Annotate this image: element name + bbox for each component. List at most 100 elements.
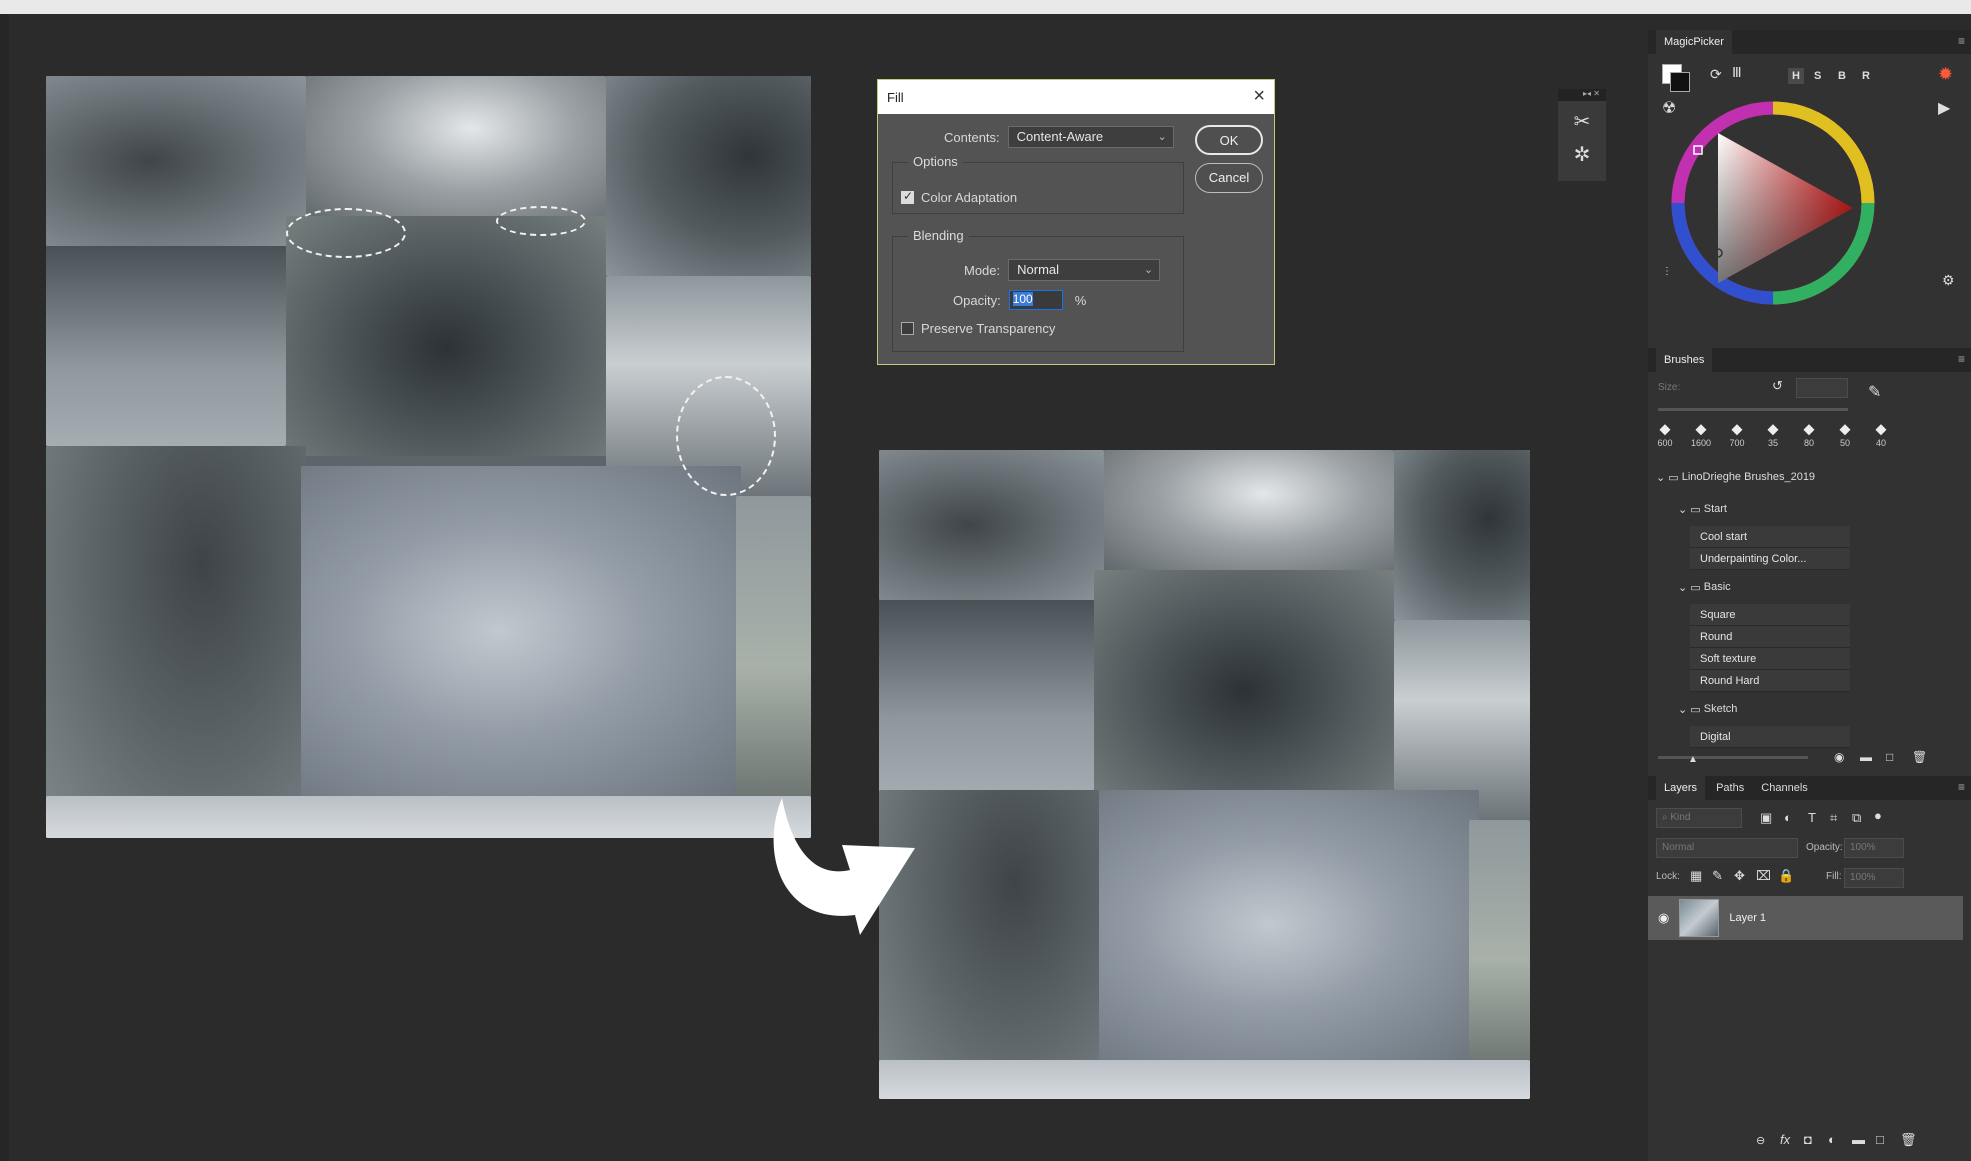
settings-icon[interactable]: ✲	[1558, 142, 1606, 167]
fx-icon[interactable]: fx	[1780, 1132, 1790, 1147]
panel-menu-icon[interactable]: ≡	[1958, 780, 1965, 794]
brush-tip-icon: ⬥	[1875, 421, 1887, 438]
brush-tip[interactable]: ⬥ 50	[1832, 422, 1858, 449]
ok-button[interactable]: OK	[1195, 125, 1263, 155]
new-icon[interactable]: □	[1886, 750, 1893, 764]
reset-icon[interactable]: ↺	[1772, 378, 1783, 394]
cancel-button[interactable]: Cancel	[1195, 163, 1263, 193]
new-brush-icon[interactable]: ✎	[1868, 382, 1881, 402]
contents-select[interactable]: Content-Aware ⌄	[1007, 126, 1174, 148]
tools-icon[interactable]: ✂	[1558, 109, 1606, 134]
blend-mode-select[interactable]: Normal	[1656, 838, 1798, 858]
curved-arrow-icon	[773, 798, 915, 935]
chevron-down-icon: ⌄	[1678, 703, 1691, 716]
brush-group-row[interactable]: ⌄ ▭ Sketch	[1678, 698, 1737, 720]
eye-icon[interactable]: ◉	[1658, 910, 1669, 926]
opacity-unit: %	[1074, 292, 1087, 308]
mode-s-button[interactable]: S	[1814, 70, 1821, 82]
preserve-transparency-checkbox[interactable]	[901, 322, 914, 335]
brush-lock-icon[interactable]: ✎	[1712, 868, 1723, 884]
image-filter-icon[interactable]: ▣	[1760, 810, 1772, 826]
mode-h-button[interactable]: H	[1788, 68, 1804, 84]
kind-filter-value: Kind	[1670, 812, 1691, 823]
panel-menu-icon[interactable]: ≡	[1958, 34, 1965, 48]
filter-toggle-icon[interactable]: ●	[1874, 808, 1882, 823]
brush-group-row[interactable]: ⌄ ▭ Start	[1678, 498, 1727, 520]
brush-tip[interactable]: ⬥ 600	[1652, 422, 1678, 449]
visibility-toggle-icon[interactable]: ◉	[1834, 750, 1844, 764]
move-lock-icon[interactable]: ✥	[1734, 868, 1745, 884]
canvas-before[interactable]	[46, 76, 811, 838]
brush-tip[interactable]: ⬥ 40	[1868, 421, 1894, 449]
shape-filter-icon[interactable]: ⌗	[1830, 810, 1837, 826]
kind-filter-select[interactable]: ⌕ Kind	[1656, 808, 1742, 828]
fill-input[interactable]: 100%	[1844, 868, 1904, 888]
brush-tip[interactable]: ⬥ 35	[1760, 421, 1786, 449]
brush-item[interactable]: Round	[1690, 626, 1850, 648]
slider-thumb-icon[interactable]: ▲	[1688, 754, 1698, 765]
fill-dialog[interactable]: Fill × Contents: Content-Aware ⌄ OK Canc…	[877, 79, 1275, 365]
adjustment-filter-icon[interactable]: ◐	[1784, 810, 1792, 825]
layer-opacity-label: Opacity:	[1806, 842, 1843, 853]
brush-tip[interactable]: ⬥ 1600	[1688, 422, 1714, 449]
size-input[interactable]	[1796, 378, 1848, 398]
tab-magicpicker[interactable]: MagicPicker	[1656, 30, 1732, 54]
brush-item[interactable]: Square	[1690, 604, 1850, 626]
selection-outline	[496, 206, 586, 236]
layer-name: Layer 1	[1729, 912, 1767, 924]
brush-tip[interactable]: ⬥ 700	[1724, 422, 1750, 449]
brush-item[interactable]: Round Hard	[1690, 670, 1850, 692]
trash-icon[interactable]: 🗑	[1912, 750, 1927, 764]
layer-row[interactable]: ◉ Layer 1	[1648, 896, 1963, 940]
brush-item[interactable]: Underpainting Color...	[1690, 548, 1850, 570]
right-panel: MagicPicker ≡ ⟳ Ⅲ H S B R ✹ ☢ ▶ ⚙ ⋮ Brus…	[1648, 30, 1971, 1161]
bars-icon[interactable]: Ⅲ	[1732, 64, 1742, 81]
trash-icon[interactable]: 🗑	[1900, 1132, 1917, 1148]
layers-footer: ⊖ fx ◘ ◐ ▬ □ 🗑	[1648, 1128, 1971, 1158]
size-slider[interactable]	[1658, 408, 1848, 411]
cloud-patch	[46, 796, 811, 838]
folder-icon[interactable]: ▬	[1860, 750, 1872, 764]
fill-label: Fill:	[1826, 871, 1842, 882]
mode-r-button[interactable]: R	[1862, 70, 1870, 82]
artboard-lock-icon[interactable]: ⌧	[1756, 868, 1771, 884]
preserve-transparency-label: Preserve Transparency	[921, 321, 1056, 336]
play-icon[interactable]: ▶	[1938, 98, 1950, 118]
refresh-icon[interactable]: ⟳	[1710, 66, 1722, 83]
opacity-input[interactable]: 100	[1008, 290, 1063, 310]
brush-tip[interactable]: ⬥ 80	[1796, 422, 1822, 449]
canvas-after[interactable]	[879, 450, 1530, 1099]
adjustment-icon[interactable]: ◐	[1828, 1132, 1836, 1147]
cloud-patch	[301, 466, 741, 796]
color-wheel[interactable]	[1658, 88, 1888, 318]
lock-pixels-icon[interactable]: ▦	[1690, 868, 1702, 884]
color-adaptation-checkbox[interactable]	[901, 189, 914, 204]
tab-brushes[interactable]: Brushes	[1656, 348, 1713, 372]
brush-group-row[interactable]: ⌄ ▭ Basic	[1678, 576, 1731, 598]
sun-icon[interactable]: ✹	[1938, 64, 1953, 85]
group-folder-icon[interactable]: ▬	[1852, 1132, 1865, 1147]
layer-opacity-input[interactable]: 100%	[1844, 838, 1904, 858]
brush-item[interactable]: Digital	[1690, 726, 1850, 748]
brush-item[interactable]: Cool start	[1690, 526, 1850, 548]
new-layer-icon[interactable]: □	[1876, 1132, 1884, 1147]
cloud-patch	[879, 1060, 1530, 1099]
smart-object-filter-icon[interactable]: ⧉	[1852, 810, 1861, 826]
brush-library-row[interactable]: ⌄ ▭ LinoDrieghe Brushes_2019	[1656, 466, 1815, 488]
tab-layers[interactable]: Layers	[1656, 776, 1706, 800]
mode-b-button[interactable]: B	[1838, 70, 1846, 82]
mask-icon[interactable]: ◘	[1804, 1132, 1812, 1147]
type-filter-icon[interactable]: T	[1808, 810, 1816, 825]
brush-item[interactable]: Soft texture	[1690, 648, 1850, 670]
close-icon[interactable]: ×	[1253, 86, 1265, 106]
more-icon[interactable]: ⋮	[1662, 266, 1672, 277]
brush-preview-slider[interactable]	[1658, 756, 1808, 759]
lock-icon[interactable]: 🔒	[1778, 868, 1794, 884]
tab-paths[interactable]: Paths	[1716, 782, 1744, 794]
panel-menu-icon[interactable]: ≡	[1958, 352, 1965, 366]
gear-icon[interactable]: ⚙	[1942, 272, 1955, 289]
link-icon[interactable]: ⊖	[1756, 1134, 1765, 1147]
tab-channels[interactable]: Channels	[1761, 782, 1807, 794]
brush-tip-icon: ⬥	[1767, 421, 1779, 438]
mode-select[interactable]: Normal ⌄	[1008, 259, 1161, 281]
